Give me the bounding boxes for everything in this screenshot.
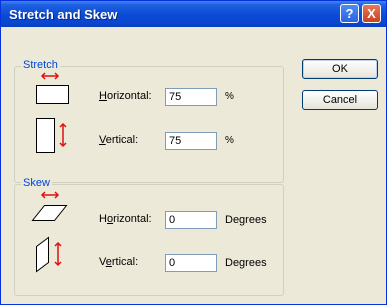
- stretch-and-skew-dialog: Stretch and Skew ? X Stretch Horizontal:…: [0, 0, 387, 305]
- close-icon: X: [367, 6, 376, 21]
- skew-vertical-label: Vertical:: [99, 256, 139, 268]
- skew-group: Skew Horizontal: Degrees Vertical: Degre…: [14, 177, 284, 296]
- stretch-vertical-label: Vertical:: [99, 134, 139, 146]
- cancel-button[interactable]: Cancel: [302, 90, 378, 110]
- stretch-horizontal-unit: %: [225, 91, 234, 102]
- skew-horizontal-icon: [31, 191, 68, 221]
- stretch-horizontal-icon: [36, 72, 69, 104]
- skew-vertical-unit: Degrees: [225, 257, 267, 269]
- stretch-horizontal-input[interactable]: [165, 88, 217, 106]
- ok-button[interactable]: OK: [302, 59, 378, 79]
- help-icon: ?: [345, 6, 354, 21]
- stretch-vertical-unit: %: [225, 135, 234, 146]
- skew-group-label: Skew: [21, 177, 52, 189]
- skew-vertical-input[interactable]: [165, 254, 217, 272]
- skew-vertical-icon: [36, 236, 62, 273]
- skew-horizontal-unit: Degrees: [225, 214, 267, 226]
- stretch-horizontal-label: Horizontal:: [99, 90, 152, 102]
- stretch-vertical-input[interactable]: [165, 132, 217, 150]
- window-title: Stretch and Skew: [9, 7, 118, 22]
- close-button[interactable]: X: [362, 4, 381, 23]
- skew-horizontal-input[interactable]: [165, 211, 217, 229]
- stretch-vertical-icon: [36, 118, 67, 153]
- skew-horizontal-label: Horizontal:: [99, 213, 152, 225]
- stretch-group: Stretch Horizontal: % Vertical: %: [14, 59, 284, 183]
- title-bar[interactable]: Stretch and Skew ? X: [1, 1, 386, 27]
- stretch-group-label: Stretch: [21, 59, 60, 71]
- help-button[interactable]: ?: [340, 4, 359, 23]
